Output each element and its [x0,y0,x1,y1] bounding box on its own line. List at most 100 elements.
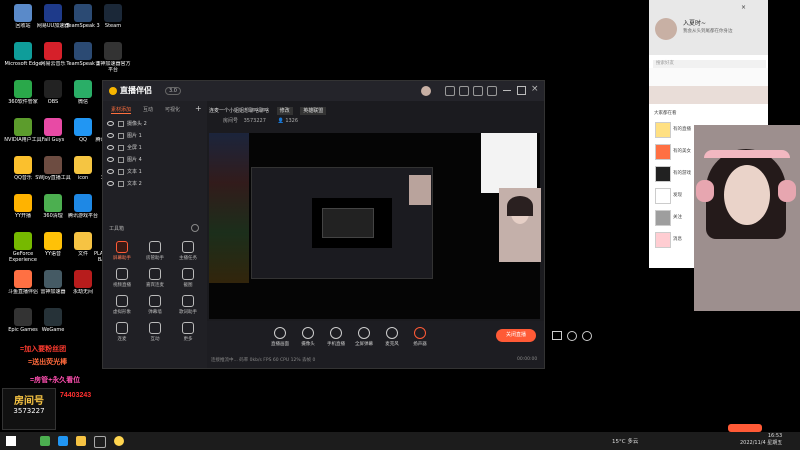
menu-icon[interactable] [487,86,497,96]
tool-button[interactable]: 歌词助手 [173,295,203,315]
visibility-icon[interactable] [107,157,114,162]
skin-icon[interactable] [473,86,483,96]
desktop-app-icon [14,270,32,288]
tool-icon [116,241,128,253]
tool-button[interactable]: 截图 [173,268,203,288]
tool-icon [182,241,194,253]
lock-icon[interactable] [118,132,124,139]
chat-list-item[interactable]: 消息 [653,230,693,248]
desktop-app-icon [14,156,32,174]
go-live-button[interactable]: 关闭直播 [496,329,536,342]
chat-list-item[interactable]: 发现 [653,186,693,204]
maximize-icon[interactable] [517,86,526,95]
lock-icon[interactable] [118,120,124,127]
chat-list-item[interactable]: 有的游戏 [653,164,693,182]
lock-icon[interactable] [118,168,124,175]
webcam-headset-right [778,180,796,202]
tool-label: 互动 [150,337,160,342]
control-button[interactable]: 全屏弹幕 [351,327,377,347]
profile-subtitle: 我会从头到尾都在你身边 [683,29,733,34]
desktop-icon[interactable]: WeGame [34,308,72,333]
tool-button[interactable]: 嘉宾连麦 [140,268,170,288]
scene-item[interactable]: 图片 1 [107,131,203,141]
visibility-icon[interactable] [107,121,114,126]
clock[interactable]: 16:53 2022/11/4 星期五 [740,433,782,446]
camera-toggle-icon[interactable] [552,331,562,340]
visibility-icon[interactable] [107,169,114,174]
control-button[interactable]: 直播画面 [267,327,293,347]
desktop-app-icon [104,42,122,60]
chat-list-item[interactable]: 有的直播 [653,120,693,138]
toolbox-help-icon[interactable] [191,224,199,232]
chat-item-label: 有的游戏 [673,171,691,176]
taskbar-app-icon-3[interactable] [76,436,86,446]
tool-button[interactable]: 房管助手 [140,241,170,261]
live-preview[interactable] [209,133,541,319]
control-button[interactable]: 手机直播 [323,327,349,347]
app-titlebar[interactable]: 直播伴侣 3.0 × [103,81,544,101]
tool-button[interactable]: 互动 [140,322,170,342]
chat-list-item[interactable]: 有的美女 [653,142,693,160]
scene-label: 文本 1 [127,169,142,175]
chat-item-icon [655,188,671,204]
minimize-icon[interactable] [503,90,511,91]
add-scene-icon[interactable]: + [195,104,202,113]
visibility-icon[interactable] [107,145,114,150]
close-icon[interactable]: × [741,4,746,11]
taskbar-app-icon-2[interactable] [58,436,68,446]
tab-interaction[interactable]: 互动 [143,106,153,113]
webcam-headband [704,150,790,158]
scene-label: 图片 4 [127,157,142,163]
gear-icon[interactable] [582,331,592,341]
taskbar-app-icon-5[interactable] [114,436,124,446]
start-icon[interactable] [6,436,16,446]
taskbar-app-icon-1[interactable] [40,436,50,446]
eye-icon[interactable] [567,331,577,341]
desktop-icon[interactable]: Steam [94,4,132,29]
tool-icon [149,268,161,280]
scene-label: 摄像头 2 [127,121,147,127]
lock-icon[interactable] [118,156,124,163]
tool-button[interactable]: 屏幕助手 [107,241,137,261]
ime-indicator[interactable] [728,424,762,432]
visibility-icon[interactable] [107,133,114,138]
friend-search-input[interactable]: 搜索好友 [653,60,766,68]
desktop-icon-label: WeGame [41,327,65,333]
tool-button[interactable]: 主播任务 [173,241,203,261]
edit-title-button[interactable]: 修改 [276,107,293,115]
tab-materials[interactable]: 素材添加 [111,106,132,114]
scene-label: 全屏 1 [127,145,142,151]
scene-item[interactable]: 图片 4 [107,155,203,165]
scene-item[interactable]: 文本 2 [107,179,203,189]
desktop-app-icon [44,270,62,288]
profile-avatar[interactable] [655,18,677,40]
webcam-headset-left [696,180,714,202]
tool-button[interactable]: 视频直播 [107,268,137,288]
lock-icon[interactable] [118,144,124,151]
control-button[interactable]: 摄像头 [295,327,321,347]
chat-list-item[interactable]: 关注 [653,208,693,226]
scene-item[interactable]: 全屏 1 [107,143,203,153]
desktop-app-icon [74,42,92,60]
tool-button[interactable]: 弹幕墙 [140,295,170,315]
webcam-face [724,165,770,225]
control-button[interactable]: 麦克风 [379,327,405,347]
settings-icon[interactable] [445,86,455,96]
gift-icon[interactable] [459,86,469,96]
tool-button[interactable]: 虚拟形象 [107,295,137,315]
tool-button[interactable]: 更多 [173,322,203,342]
user-avatar[interactable] [421,86,431,96]
scene-item[interactable]: 摄像头 2 [107,119,203,129]
category-button[interactable]: 英雄联盟 [300,107,327,115]
taskbar-app-icon-4[interactable] [94,436,106,448]
tab-visual[interactable]: 可视化 [165,106,180,113]
scene-item[interactable]: 文本 1 [107,167,203,177]
tool-label: 连麦 [117,337,127,342]
desktop-icon[interactable]: 雷神加速器官方平台 [94,42,132,73]
visibility-icon[interactable] [107,181,114,186]
lock-icon[interactable] [118,180,124,187]
close-icon[interactable]: × [531,84,539,94]
tool-button[interactable]: 连麦 [107,322,137,342]
control-icon [414,327,426,339]
control-button[interactable]: 扬声器 [407,327,433,347]
